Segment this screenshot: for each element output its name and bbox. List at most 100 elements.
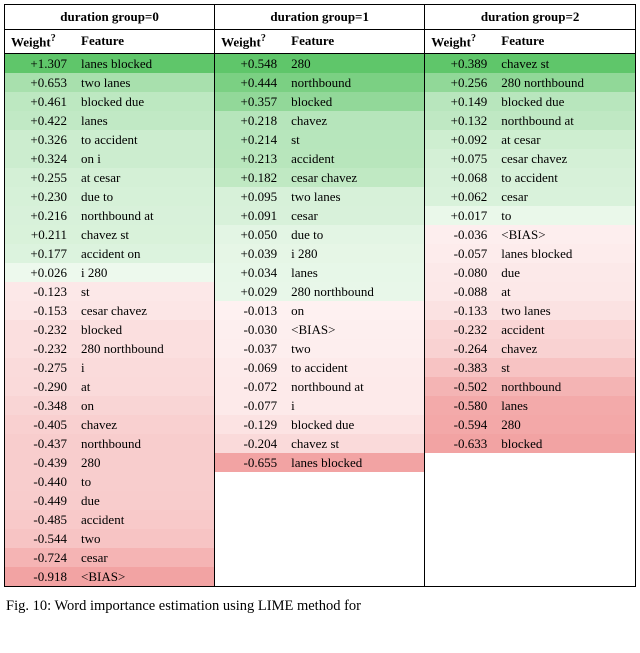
group-title: duration group=0: [5, 5, 214, 30]
table-row: +0.092at cesar: [425, 130, 635, 149]
feature-cell: due to: [283, 228, 424, 241]
table-row: -0.594280: [425, 415, 635, 434]
table-row: +0.177accident on: [5, 244, 214, 263]
feature-cell: two: [283, 342, 424, 355]
weight-cell: +0.182: [215, 171, 283, 184]
table-row: +0.149blocked due: [425, 92, 635, 111]
weight-cell: -0.437: [5, 437, 73, 450]
table-row: -0.275i: [5, 358, 214, 377]
rows-container: +1.307lanes blocked+0.653two lanes+0.461…: [5, 54, 214, 586]
group-title: duration group=1: [215, 5, 424, 30]
weight-cell: +0.062: [425, 190, 493, 203]
feature-cell: on: [73, 399, 214, 412]
feature-cell: at cesar: [493, 133, 635, 146]
table-row: -0.633blocked: [425, 434, 635, 453]
table-row: +0.211chavez st: [5, 225, 214, 244]
table-row: +0.026i 280: [5, 263, 214, 282]
weight-cell: -0.072: [215, 380, 283, 393]
weight-cell: +0.211: [5, 228, 73, 241]
table-row: -0.072northbound at: [215, 377, 424, 396]
feature-cell: lanes blocked: [493, 247, 635, 260]
feature-cell: chavez st: [73, 228, 214, 241]
table-row: -0.449due: [5, 491, 214, 510]
weight-cell: +0.216: [5, 209, 73, 222]
table-row: -0.544two: [5, 529, 214, 548]
weight-cell: +0.357: [215, 95, 283, 108]
weight-cell: -0.030: [215, 323, 283, 336]
table-row: +0.029280 northbound: [215, 282, 424, 301]
table-row: -0.069to accident: [215, 358, 424, 377]
feature-cell: on: [283, 304, 424, 317]
table-row: -0.439280: [5, 453, 214, 472]
feature-cell: cesar chavez: [493, 152, 635, 165]
feature-cell: st: [73, 285, 214, 298]
column-header: Weight?Feature: [215, 30, 424, 54]
table-row: -0.133two lanes: [425, 301, 635, 320]
weight-cell: -0.133: [425, 304, 493, 317]
weight-cell: -0.088: [425, 285, 493, 298]
feature-cell: due to: [73, 190, 214, 203]
weight-cell: +0.068: [425, 171, 493, 184]
weight-cell: +0.444: [215, 76, 283, 89]
table-row: +0.034lanes: [215, 263, 424, 282]
table-row: +0.357blocked: [215, 92, 424, 111]
header-weight-sup: ?: [51, 33, 56, 44]
weight-cell: +0.653: [5, 76, 73, 89]
weight-cell: -0.204: [215, 437, 283, 450]
table-row: -0.037two: [215, 339, 424, 358]
weight-cell: +0.213: [215, 152, 283, 165]
weight-cell: -0.264: [425, 342, 493, 355]
feature-cell: lanes blocked: [283, 456, 424, 469]
weight-cell: +0.389: [425, 57, 493, 70]
weight-cell: -0.918: [5, 570, 73, 583]
feature-cell: i: [73, 361, 214, 374]
table-row: -0.264chavez: [425, 339, 635, 358]
weight-cell: +0.095: [215, 190, 283, 203]
weight-cell: +0.461: [5, 95, 73, 108]
feature-cell: 280 northbound: [493, 76, 635, 89]
feature-cell: 280: [73, 456, 214, 469]
rows-container: +0.389chavez st+0.256280 northbound+0.14…: [425, 54, 635, 453]
weight-cell: -0.057: [425, 247, 493, 260]
feature-cell: two lanes: [73, 76, 214, 89]
feature-cell: i 280: [73, 266, 214, 279]
feature-cell: to: [493, 209, 635, 222]
table-row: +0.062cesar: [425, 187, 635, 206]
rows-container: +0.548280+0.444northbound+0.357blocked+0…: [215, 54, 424, 472]
weight-cell: -0.153: [5, 304, 73, 317]
table-row: +0.091cesar: [215, 206, 424, 225]
feature-cell: blocked due: [493, 95, 635, 108]
weight-cell: +0.092: [425, 133, 493, 146]
table-row: -0.013on: [215, 301, 424, 320]
table-row: +0.230due to: [5, 187, 214, 206]
feature-cell: 280: [283, 57, 424, 70]
feature-cell: to accident: [283, 361, 424, 374]
feature-cell: blocked: [283, 95, 424, 108]
feature-cell: 280 northbound: [283, 285, 424, 298]
feature-cell: accident: [283, 152, 424, 165]
weight-cell: +0.149: [425, 95, 493, 108]
table-row: +0.213accident: [215, 149, 424, 168]
header-feature: Feature: [73, 33, 214, 50]
table-row: +0.422lanes: [5, 111, 214, 130]
feature-cell: accident on: [73, 247, 214, 260]
weight-cell: +0.017: [425, 209, 493, 222]
weight-cell: +0.091: [215, 209, 283, 222]
table-row: +0.132northbound at: [425, 111, 635, 130]
feature-cell: two lanes: [283, 190, 424, 203]
feature-cell: st: [493, 361, 635, 374]
feature-cell: to accident: [493, 171, 635, 184]
table-row: +0.050due to: [215, 225, 424, 244]
weight-cell: +0.422: [5, 114, 73, 127]
table-row: -0.123st: [5, 282, 214, 301]
caption-prefix: Fig. 10:: [6, 598, 54, 614]
weight-cell: +1.307: [5, 57, 73, 70]
table-row: -0.580lanes: [425, 396, 635, 415]
table-row: -0.232blocked: [5, 320, 214, 339]
header-weight-sup: ?: [471, 33, 476, 44]
feature-cell: blocked due: [283, 418, 424, 431]
weight-cell: -0.655: [215, 456, 283, 469]
header-feature: Feature: [283, 33, 424, 50]
table-row: +0.182cesar chavez: [215, 168, 424, 187]
table-row: -0.204chavez st: [215, 434, 424, 453]
